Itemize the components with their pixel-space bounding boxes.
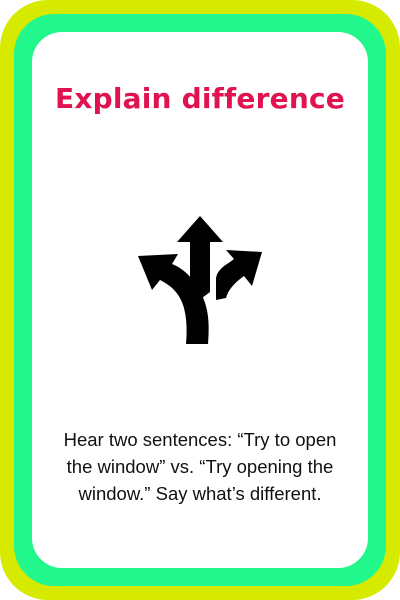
card-title: Explain difference: [55, 82, 345, 115]
fork-arrows-icon: [130, 212, 270, 352]
card-description: Hear two sentences: “Try to open the win…: [63, 429, 337, 504]
